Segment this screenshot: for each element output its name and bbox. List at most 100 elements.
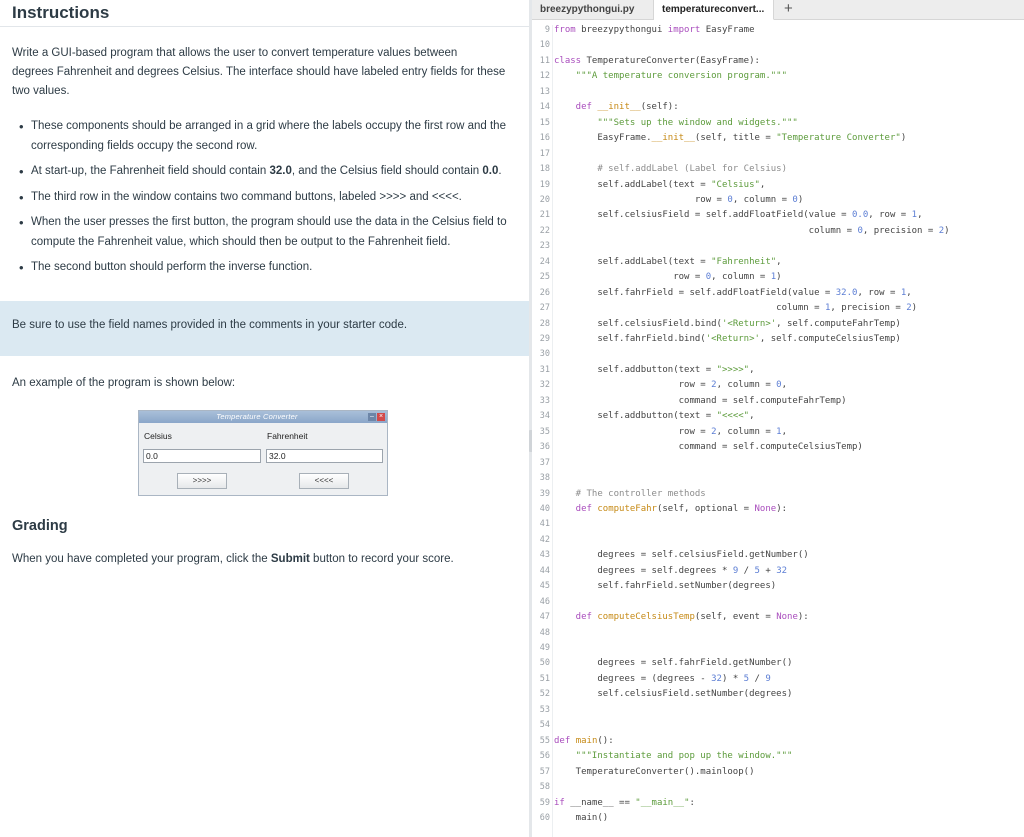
code-line[interactable]: self.addbutton(text = ">>>>", xyxy=(554,364,754,375)
requirement-1-run-3: 0.0 xyxy=(482,165,499,177)
code-line[interactable]: if __name__ == "__main__": xyxy=(554,798,695,808)
code-token: ">>>>" xyxy=(716,364,750,375)
line-number: 39 xyxy=(539,488,550,499)
code-token: # The controller methods xyxy=(554,488,706,499)
requirement-item: When the user presses the first button, … xyxy=(18,213,523,252)
code-line[interactable]: degrees = self.celsiusField.getNumber() xyxy=(554,550,808,560)
code-line[interactable]: degrees = self.degrees * 9 / 5 + 32 xyxy=(554,566,787,576)
code-line[interactable]: self.fahrField = self.addFloatField(valu… xyxy=(554,287,911,298)
code-token: ): xyxy=(776,503,788,514)
line-number: 53 xyxy=(539,704,550,715)
code-line[interactable]: row = 2, column = 0, xyxy=(554,380,787,390)
code-line[interactable]: command = self.computeFahrTemp) xyxy=(554,396,847,406)
example-to-celsius-button: <<<< xyxy=(299,473,349,489)
code-token: : xyxy=(689,797,695,808)
code-line[interactable]: def main(): xyxy=(554,736,614,746)
code-line[interactable]: """A temperature conversion program.""" xyxy=(554,71,787,81)
code-token: __init__ xyxy=(651,133,695,144)
code-line[interactable]: def __init__(self): xyxy=(554,102,679,112)
line-number: 50 xyxy=(539,658,550,669)
code-editor[interactable]: breezypythongui.py temperatureconvert...… xyxy=(532,0,1024,837)
code-token: , xyxy=(781,380,788,391)
code-line[interactable]: self.fahrField.setNumber(degrees) xyxy=(554,581,776,591)
code-line[interactable]: row = 0, column = 0) xyxy=(554,195,803,205)
code-line[interactable]: degrees = (degrees - 32) * 5 / 9 xyxy=(554,673,770,684)
line-number: 38 xyxy=(539,473,550,484)
code-line[interactable]: TemperatureConverter().mainloop() xyxy=(554,767,755,777)
code-token: degrees = self.fahrField.getNumber() xyxy=(554,658,793,669)
line-number: 60 xyxy=(539,812,550,823)
code-token: def xyxy=(554,503,598,514)
submit-button-reference: Submit xyxy=(270,553,310,565)
code-line[interactable]: self.celsiusField = self.addFloatField(v… xyxy=(554,210,922,220)
code-token: , xyxy=(759,179,766,190)
code-token: + xyxy=(759,565,777,576)
line-number: 45 xyxy=(539,581,550,592)
line-number: 36 xyxy=(539,442,550,453)
code-line[interactable]: self.addLabel(text = "Fahrenheit", xyxy=(554,257,781,267)
example-celsius-label: Celsius xyxy=(144,431,172,441)
code-token: command = self.computeCelsiusTemp) xyxy=(554,442,863,453)
code-token: 32 xyxy=(711,673,722,684)
line-number: 27 xyxy=(539,303,550,314)
code-token: 0.0 xyxy=(852,210,869,221)
code-line[interactable]: self.celsiusField.bind('<Return>', self.… xyxy=(554,318,900,329)
line-number: 23 xyxy=(539,241,550,252)
code-line[interactable]: column = 1, precision = 2) xyxy=(554,303,917,313)
code-line[interactable]: self.addLabel(text = "Celsius", xyxy=(554,180,765,190)
code-token: , precision = xyxy=(862,225,939,236)
code-token: degrees = self.degrees * xyxy=(554,565,733,576)
code-line[interactable]: from breezypythongui import EasyFrame xyxy=(554,25,755,35)
code-token: , row = xyxy=(857,287,901,298)
code-token: main() xyxy=(554,812,609,823)
requirement-1-run-4: . xyxy=(498,165,502,177)
code-line[interactable]: row = 2, column = 1, xyxy=(554,427,787,437)
code-line[interactable]: def computeFahr(self, optional = None): xyxy=(554,504,787,514)
code-line[interactable]: self.fahrField.bind('<Return>', self.com… xyxy=(554,334,900,344)
code-token: None xyxy=(754,503,777,514)
code-line[interactable]: """Sets up the window and widgets.""" xyxy=(554,118,798,128)
code-token: # self.addLabel (Label for Celsius) xyxy=(554,164,787,175)
line-number: 34 xyxy=(539,411,550,422)
requirement-item: These components should be arranged in a… xyxy=(18,117,523,156)
tab-temperatureconverter[interactable]: temperatureconvert... xyxy=(654,0,774,20)
code-token: , column = xyxy=(732,194,793,205)
code-token: def xyxy=(554,735,576,746)
code-line[interactable]: def computeCelsiusTemp(self, event = Non… xyxy=(554,612,809,622)
code-line[interactable]: class TemperatureConverter(EasyFrame): xyxy=(554,56,760,66)
code-line[interactable]: command = self.computeCelsiusTemp) xyxy=(554,442,863,452)
grading-text-run: When you have completed your program, cl… xyxy=(12,553,271,565)
code-line[interactable]: main() xyxy=(554,812,609,823)
code-line[interactable]: self.celsiusField.setNumber(degrees) xyxy=(554,689,792,699)
code-token: (): xyxy=(597,735,614,746)
grading-heading: Grading xyxy=(12,518,68,534)
code-line[interactable]: degrees = self.fahrField.getNumber() xyxy=(554,658,792,668)
add-tab-button[interactable]: + xyxy=(784,0,793,18)
line-number: 21 xyxy=(539,210,550,221)
code-line[interactable]: """Instantiate and pop up the window.""" xyxy=(554,751,793,761)
code-token: 32 xyxy=(776,565,788,576)
code-line[interactable]: row = 0, column = 1) xyxy=(554,272,781,282)
code-token: self.celsiusField.bind( xyxy=(554,318,722,329)
code-token: ): xyxy=(797,612,809,623)
code-line[interactable]: column = 0, precision = 2) xyxy=(554,226,950,236)
code-line[interactable]: EasyFrame.__init__(self, title = "Temper… xyxy=(554,133,906,143)
line-number: 49 xyxy=(539,643,550,653)
tab-breezypythongui[interactable]: breezypythongui.py xyxy=(532,0,654,20)
requirement-0-run-0: These components should be arranged in a… xyxy=(31,120,506,152)
code-token: self.fahrField.bind( xyxy=(554,334,706,344)
code-line[interactable]: # The controller methods xyxy=(554,489,706,499)
line-number: 20 xyxy=(539,194,550,205)
line-number: 55 xyxy=(539,735,550,746)
code-token: self.addbutton(text = xyxy=(554,364,717,375)
code-token: EasyFrame xyxy=(705,25,755,35)
code-line[interactable]: self.addbutton(text = "<<<<", xyxy=(554,411,754,421)
code-token: (self, event = xyxy=(694,612,777,623)
requirement-item: At start-up, the Fahrenheit field should… xyxy=(18,162,523,182)
line-number: 52 xyxy=(539,689,550,700)
line-number: 54 xyxy=(539,720,550,731)
code-token: self.celsiusField = self.addFloatField(v… xyxy=(554,210,853,221)
code-line[interactable]: # self.addLabel (Label for Celsius) xyxy=(554,164,787,174)
example-fahrenheit-field: 32.0 xyxy=(266,449,383,463)
line-number: 11 xyxy=(539,55,550,66)
